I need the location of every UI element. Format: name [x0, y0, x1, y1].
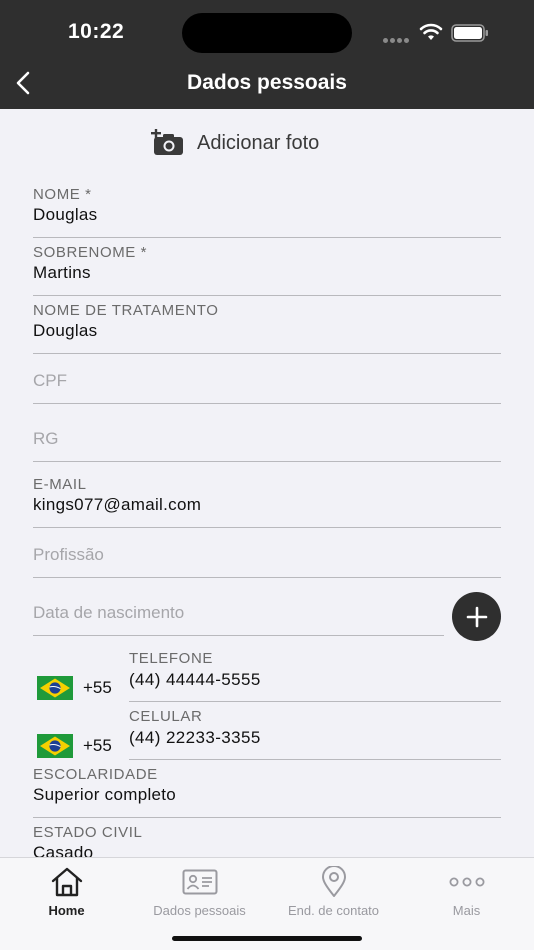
- nome-value[interactable]: Douglas: [33, 205, 97, 225]
- form-content[interactable]: Adicionar foto NOME * Douglas SOBRENOME …: [0, 109, 534, 857]
- nome-tratamento-value[interactable]: Douglas: [33, 321, 97, 341]
- email-field[interactable]: E-MAIL kings077@amail.com: [33, 476, 501, 528]
- celular-value[interactable]: (44) 22233-3355: [129, 728, 261, 748]
- telefone-label: TELEFONE: [129, 650, 213, 667]
- add-photo-label: Adicionar foto: [197, 131, 320, 154]
- top-bar: 10:22 Dados pessoais: [0, 0, 534, 109]
- tab-end-contato[interactable]: End. de contato: [267, 864, 400, 918]
- data-nascimento-placeholder[interactable]: Data de nascimento: [33, 603, 184, 623]
- battery-icon: [451, 24, 488, 42]
- plus-icon: [466, 606, 487, 627]
- escolaridade-field[interactable]: ESCOLARIDADE Superior completo: [33, 766, 501, 818]
- tab-mais-label: Mais: [452, 903, 481, 918]
- wifi-icon: [419, 23, 443, 40]
- brazil-flag-icon[interactable]: [37, 734, 73, 758]
- status-time: 10:22: [68, 20, 125, 43]
- celular-field[interactable]: CELULAR (44) 22233-3355: [129, 708, 501, 760]
- nome-field[interactable]: NOME * Douglas: [33, 186, 501, 238]
- add-camera-icon: [151, 129, 183, 155]
- escolaridade-label: ESCOLARIDADE: [33, 766, 158, 783]
- tab-end-contato-label: End. de contato: [287, 903, 380, 918]
- celular-row: +55 CELULAR (44) 22233-3355: [33, 708, 501, 760]
- sobrenome-label: SOBRENOME *: [33, 244, 148, 261]
- telefone-value[interactable]: (44) 44444-5555: [129, 670, 261, 690]
- rg-placeholder[interactable]: RG: [33, 429, 59, 449]
- rg-field[interactable]: RG: [33, 410, 501, 462]
- tab-dados-pessoais[interactable]: Dados pessoais: [133, 864, 266, 918]
- email-label: E-MAIL: [33, 476, 87, 493]
- add-photo-button[interactable]: Adicionar foto: [151, 127, 319, 159]
- telefone-field[interactable]: TELEFONE (44) 44444-5555: [129, 650, 501, 702]
- estado-civil-field[interactable]: ESTADO CIVIL Casado: [33, 824, 501, 857]
- home-icon: [51, 867, 82, 897]
- estado-civil-label: ESTADO CIVIL: [33, 824, 143, 841]
- escolaridade-value[interactable]: Superior completo: [33, 785, 176, 805]
- tab-dados-pessoais-label: Dados pessoais: [153, 903, 246, 918]
- brazil-flag-icon[interactable]: [37, 676, 73, 700]
- nome-label: NOME *: [33, 186, 92, 203]
- email-value[interactable]: kings077@amail.com: [33, 495, 201, 515]
- sobrenome-value[interactable]: Martins: [33, 263, 91, 283]
- tab-home-label: Home: [48, 903, 85, 918]
- estado-civil-value[interactable]: Casado: [33, 843, 93, 857]
- tab-mais[interactable]: Mais: [400, 864, 533, 918]
- add-button[interactable]: [452, 592, 501, 641]
- nome-tratamento-field[interactable]: NOME DE TRATAMENTO Douglas: [33, 302, 501, 354]
- home-indicator[interactable]: [172, 936, 362, 941]
- profissao-placeholder[interactable]: Profissão: [33, 545, 104, 565]
- page-title: Dados pessoais: [187, 71, 347, 94]
- cpf-placeholder[interactable]: CPF: [33, 371, 67, 391]
- telefone-dial-code[interactable]: +55: [83, 678, 112, 698]
- telefone-row: +55 TELEFONE (44) 44444-5555: [33, 650, 501, 702]
- tab-home[interactable]: Home: [0, 864, 133, 918]
- cpf-field[interactable]: CPF: [33, 352, 501, 404]
- nome-tratamento-label: NOME DE TRATAMENTO: [33, 302, 219, 319]
- signal-dots-icon: [383, 30, 411, 48]
- more-dots-icon: [449, 877, 484, 887]
- celular-label: CELULAR: [129, 708, 203, 725]
- profissao-field[interactable]: Profissão: [33, 526, 501, 578]
- celular-dial-code[interactable]: +55: [83, 736, 112, 756]
- dynamic-island: [182, 13, 352, 53]
- location-pin-icon: [321, 866, 346, 897]
- sobrenome-field[interactable]: SOBRENOME * Martins: [33, 244, 501, 296]
- id-card-icon: [182, 869, 217, 895]
- data-nascimento-field[interactable]: Data de nascimento: [33, 584, 444, 636]
